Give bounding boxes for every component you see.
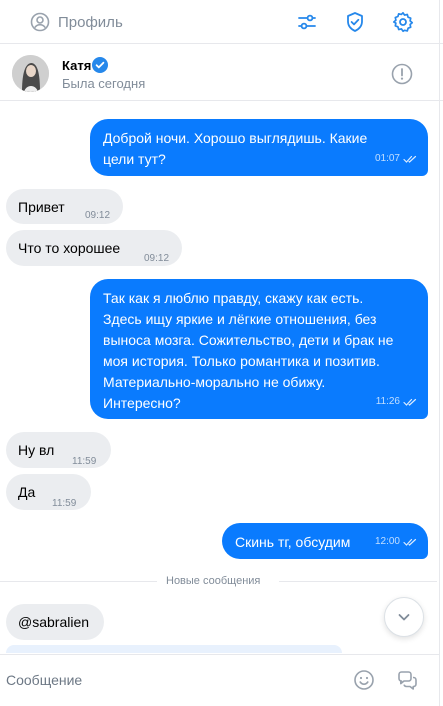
read-check-icon [403,538,417,546]
message-input[interactable] [6,669,336,691]
window-border [439,0,440,706]
divider-line [279,581,437,582]
profile-link[interactable]: Профиль [30,10,123,34]
message-text: Ну вл [18,442,55,458]
message-text: Доброй ночи. Хорошо выглядишь. Какие цел… [103,130,368,167]
message-time: 11:26 [375,396,400,407]
contact-name[interactable]: Катя [62,58,91,73]
verified-icon [92,57,108,73]
message-bubble-outgoing[interactable]: Так как я люблю правду, скажу как есть. … [90,279,428,419]
message-text: Привет [18,199,65,215]
user-circle-icon [30,12,50,32]
message-text: Так как я люблю правду, скажу как есть. … [103,290,394,411]
message-meta: 01:07 [375,148,417,169]
message-text: @sabralien [18,614,90,630]
message-text: Что то хорошее [18,240,121,256]
gear-icon[interactable] [391,10,415,34]
read-check-icon [403,398,417,406]
message-meta: 12:00 [375,531,417,552]
scroll-down-button[interactable] [384,597,424,637]
chevron-down-icon [398,614,410,621]
message-composer [0,654,440,706]
message-bubble-incoming[interactable]: @sabralien [6,604,104,640]
templates-icon[interactable] [396,669,418,691]
divider-line [0,581,157,582]
message-time: 11:59 [52,498,77,509]
profile-label: Профиль [58,13,123,31]
chat-header: Катя Была сегодня [0,45,443,101]
messenger-window: Профиль Катя Была сегодня Доброй ночи. Х… [0,0,443,706]
top-toolbar: Профиль [0,0,443,44]
shield-check-icon[interactable] [343,10,367,34]
avatar[interactable] [12,55,49,92]
partial-message-bubble [6,645,342,653]
message-time: 09:12 [144,253,170,264]
message-bubble-incoming[interactable]: Да 11:59 [6,474,91,510]
message-time: 09:12 [85,210,111,221]
message-text: Скинь тг, обсудим [235,534,351,550]
message-time: 01:07 [374,153,400,164]
message-bubble-incoming[interactable]: Что то хорошее 09:12 [6,230,182,266]
message-time: 11:59 [72,456,97,467]
emoji-icon[interactable] [353,669,375,691]
read-check-icon [403,155,417,163]
info-icon[interactable] [391,63,413,85]
message-bubble-incoming[interactable]: Привет 09:12 [6,189,123,224]
avatar-photo [12,55,49,92]
message-text: Да [18,484,36,500]
message-time: 12:00 [374,536,400,547]
new-messages-label: Новые сообщения [166,575,261,587]
filters-icon[interactable] [295,10,319,34]
message-meta: 11:26 [376,391,417,412]
message-bubble-outgoing[interactable]: Скинь тг, обсудим 12:00 [222,523,428,559]
message-bubble-incoming[interactable]: Ну вл 11:59 [6,432,111,468]
contact-status: Была сегодня [62,76,146,91]
message-bubble-outgoing[interactable]: Доброй ночи. Хорошо выглядишь. Какие цел… [90,119,428,176]
